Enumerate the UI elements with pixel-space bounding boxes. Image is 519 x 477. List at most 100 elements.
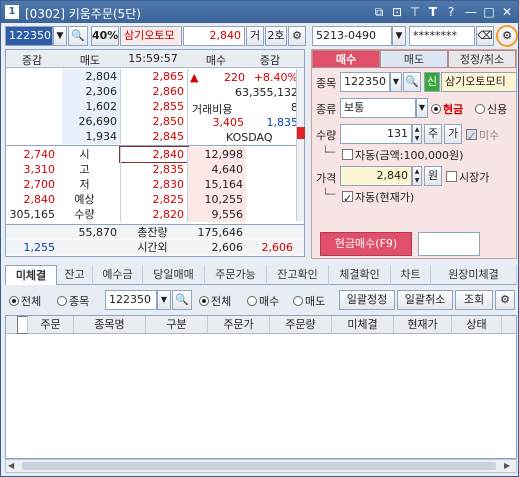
scroll-thumb[interactable] [297, 127, 305, 139]
tree-line-icon: └─ [322, 146, 336, 159]
col-type[interactable]: 구분 [146, 316, 208, 334]
ask-price[interactable]: 2,860 [120, 84, 188, 99]
scroll-right-icon[interactable]: ▶ [504, 461, 514, 471]
filter-sell-radio[interactable]: 매도 [293, 293, 325, 309]
trade-button[interactable]: 거 [246, 26, 264, 46]
tab-modify-cancel[interactable]: 정정/취소 [448, 50, 516, 68]
bid-price[interactable]: 2,825 [120, 192, 188, 207]
erase-icon[interactable]: ⌫ [476, 26, 494, 46]
settings-gear-icon[interactable]: ⚙ [496, 25, 518, 47]
account-chevron-icon[interactable]: ▼ [392, 26, 406, 46]
auto-current-checkbox[interactable]: ✓ 자동(현재가) [342, 189, 414, 205]
orderbook-scrollbar[interactable] [296, 69, 305, 221]
ask-price[interactable]: 2,865 [120, 69, 188, 84]
tab-today-trades[interactable]: 당일매매 [143, 265, 205, 285]
batch-modify-button[interactable]: 일괄정정 [339, 290, 395, 310]
bid-row[interactable]: 305,165 수량 2,820 9,556 [6, 207, 304, 222]
window-number: 1 [5, 5, 19, 19]
order-type-select[interactable]: 보통 [340, 98, 416, 118]
tab-chart[interactable]: 차트 [391, 265, 431, 285]
qty-spin-icon[interactable]: ▲ ▼ [412, 124, 422, 144]
bid-row[interactable]: 2,700 저 2,830 15,164 [6, 177, 304, 192]
after-bid: 2,606 [211, 241, 244, 254]
col-order[interactable]: 주문 [28, 316, 74, 334]
help-icon[interactable]: ? [443, 4, 459, 20]
tab-deposit[interactable]: 예수금 [93, 265, 143, 285]
qty-unit-button[interactable]: 주 [424, 124, 442, 144]
filter-all-radio[interactable]: 전체 [9, 293, 41, 309]
tab-ledger-unfilled[interactable]: 원장미체결 [431, 265, 517, 285]
bid-price-selected[interactable]: 2,840 [119, 146, 189, 163]
margin-rate-button[interactable]: 40% [91, 26, 119, 46]
auto-amount-checkbox[interactable]: 자동(금액:100,000원) [342, 147, 463, 163]
type-label: 종류 [316, 103, 337, 116]
type-chevron-icon[interactable]: ▼ [416, 98, 428, 118]
font-size-icon[interactable]: T [425, 4, 441, 20]
bid-price[interactable]: 2,820 [120, 207, 188, 222]
minimize-icon[interactable]: — [463, 4, 479, 20]
close-icon[interactable]: ✕ [499, 4, 515, 20]
tab-orderable[interactable]: 주문가능 [205, 265, 267, 285]
filter-gear-icon[interactable]: ⚙ [495, 290, 515, 310]
price-unit-button[interactable]: 원 [424, 166, 442, 186]
tab-sell[interactable]: 매도 [380, 50, 448, 68]
ask-price[interactable]: 2,850 [120, 114, 188, 129]
maximize-icon[interactable]: □ [481, 4, 497, 20]
col-order-qty[interactable]: 주문량 [270, 316, 332, 334]
batch-cancel-button[interactable]: 일괄취소 [397, 290, 453, 310]
tab-unfilled[interactable]: 미체결 [5, 265, 57, 285]
market-price-checkbox[interactable]: 시장가 [446, 169, 489, 185]
link-icon[interactable]: ⊡ [389, 4, 405, 20]
qty-input[interactable]: 131 [340, 124, 412, 144]
account-select[interactable]: 5213-0490 [312, 26, 392, 46]
tab-fill-check[interactable]: 체결확인 [329, 265, 391, 285]
filter-stock-radio[interactable]: 종목 [57, 293, 89, 309]
scroll-left-icon[interactable]: ◀ [8, 461, 18, 471]
col-name[interactable]: 종목명 [74, 316, 146, 334]
filter-code-input[interactable]: 122350 [105, 290, 157, 310]
search-icon[interactable]: 🔍 [68, 26, 88, 46]
query-button[interactable]: 조회 [455, 290, 493, 310]
credit-radio[interactable]: 신용 [475, 101, 507, 117]
tab-balance[interactable]: 잔고 [57, 265, 93, 285]
filter-chevron-icon[interactable]: ▼ [157, 290, 171, 310]
pin-icon[interactable]: ⊤ [407, 4, 423, 20]
col-order-price[interactable]: 주문가 [208, 316, 270, 334]
password-input[interactable]: ******** [409, 26, 475, 46]
hscroll-thumb[interactable] [22, 462, 496, 470]
col-status[interactable]: 상태 [452, 316, 502, 334]
tab-buy[interactable]: 매수 [312, 50, 380, 68]
gear-icon[interactable]: ⚙ [288, 26, 306, 46]
qty-price-button[interactable]: 가 [444, 124, 462, 144]
buy-extra-field[interactable] [418, 232, 480, 256]
horizontal-scrollbar[interactable]: ◀ ▶ [5, 459, 517, 473]
stock-code-input[interactable]: 122350 [5, 26, 53, 46]
stock-search-icon[interactable]: 🔍 [403, 72, 421, 92]
bid-price[interactable]: 2,835 [120, 162, 188, 177]
bid-row[interactable]: 3,310 고 2,835 4,640 [6, 162, 304, 177]
price-spin-icon[interactable]: ▲ ▼ [412, 166, 422, 186]
ask-price[interactable]: 2,845 [120, 129, 188, 144]
bid-price[interactable]: 2,830 [120, 177, 188, 192]
filter-all2-radio[interactable]: 전체 [199, 293, 231, 309]
restore-icon[interactable]: ⧉ [371, 4, 387, 20]
tab-balance-check[interactable]: 잔고확인 [267, 265, 329, 285]
col-current-price[interactable]: 현재가 [394, 316, 452, 334]
filter-buy-radio[interactable]: 매수 [247, 293, 279, 309]
ho-button[interactable]: 2호 [265, 26, 287, 46]
filter-search-icon[interactable]: 🔍 [172, 290, 192, 310]
select-all-checkbox[interactable] [6, 316, 28, 334]
stock-chevron-icon[interactable]: ▼ [390, 72, 402, 92]
unfilled-checkbox[interactable]: ✓ 미수 [466, 127, 499, 143]
order-stock-code[interactable]: 122350 [340, 72, 390, 92]
cash-radio[interactable]: 현금 [431, 101, 463, 117]
price-input[interactable]: 2,840 [340, 166, 412, 186]
bid-row[interactable]: 2,840 예상 2,825 10,255 [6, 192, 304, 207]
ask-price[interactable]: 2,855 [120, 99, 188, 114]
bid-row[interactable]: 2,740 시 2,840 12,998 [6, 146, 304, 163]
ask-row[interactable]: 1,602 2,855 [6, 99, 304, 114]
cash-buy-button[interactable]: 현금매수(F9) [320, 232, 412, 256]
chevron-down-icon[interactable]: ▼ [53, 26, 67, 46]
col-unfilled[interactable]: 미체결 [332, 316, 394, 334]
window-title: [0302] 키움주문(5단) [25, 7, 141, 21]
